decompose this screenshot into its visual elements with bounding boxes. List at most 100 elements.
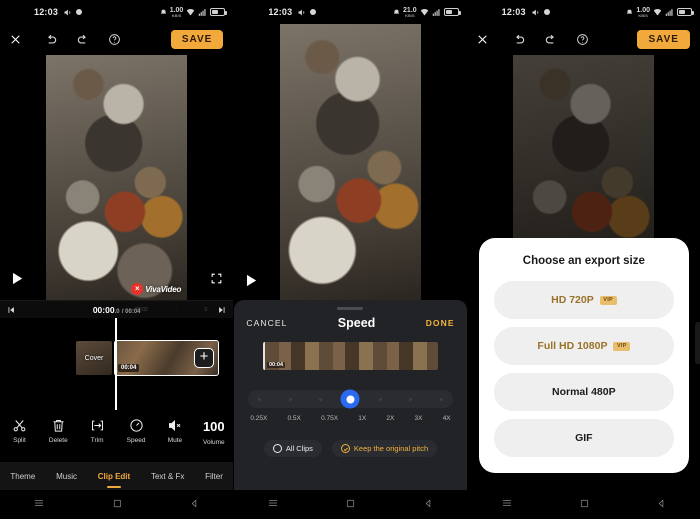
- status-left-icons: [63, 8, 83, 17]
- menu-icon[interactable]: [501, 496, 513, 514]
- slider-tick: [258, 397, 262, 401]
- tool-mute-label: Mute: [167, 437, 183, 444]
- tab-filter[interactable]: Filter: [203, 468, 225, 485]
- save-button[interactable]: SAVE: [170, 30, 224, 49]
- redo-icon[interactable]: [544, 33, 558, 47]
- video-preview[interactable]: × VivaVideo: [0, 55, 234, 300]
- undo-icon[interactable]: [512, 33, 526, 47]
- watermark[interactable]: × VivaVideo: [131, 283, 181, 295]
- speed-label-4x[interactable]: 4X: [443, 415, 451, 422]
- tool-mute[interactable]: Mute: [156, 418, 194, 444]
- speedometer-icon: [129, 419, 143, 432]
- speed-slider-track[interactable]: [248, 389, 453, 409]
- redo-icon[interactable]: [76, 33, 90, 47]
- tool-speed-label: Speed: [126, 437, 146, 444]
- all-clips-label: All Clips: [285, 444, 313, 453]
- speed-sheet: CANCEL Speed DONE 00:04 0.25X 0.5X 0.75X…: [234, 300, 467, 490]
- alarm-icon: [393, 9, 400, 14]
- sheet-clip-duration: 00:04: [266, 362, 286, 368]
- export-option-normal-480p[interactable]: Normal 480P: [493, 373, 674, 411]
- back-icon[interactable]: [423, 496, 434, 514]
- tools-row: Split Delete Trim Speed Mute 100 Volume: [0, 410, 234, 446]
- home-icon[interactable]: [579, 496, 590, 514]
- fullscreen-icon[interactable]: [210, 272, 223, 290]
- timeline-clips[interactable]: Cover 00:04 +: [76, 340, 219, 376]
- camera-icon: [76, 9, 83, 15]
- speed-label-0.75x[interactable]: 0.75X: [321, 415, 338, 422]
- tool-trim[interactable]: Trim: [78, 418, 116, 444]
- sheet-clip-strip[interactable]: 00:04: [262, 342, 438, 370]
- speed-slider-labels: 0.25X 0.5X 0.75X 1X 2X 3X 4X: [248, 415, 452, 422]
- speed-label-3x[interactable]: 3X: [415, 415, 423, 422]
- header-actions: [30, 33, 171, 47]
- tool-delete[interactable]: Delete: [39, 418, 77, 444]
- menu-icon[interactable]: [33, 496, 45, 514]
- video-frame[interactable]: × VivaVideo: [46, 55, 188, 300]
- play-button[interactable]: [8, 270, 25, 292]
- watermark-close-icon[interactable]: ×: [131, 283, 144, 295]
- android-navbar: [234, 490, 467, 519]
- tool-split-label: Split: [13, 437, 26, 444]
- speed-label-0.5x[interactable]: 0.5X: [288, 415, 301, 422]
- close-icon[interactable]: [0, 33, 30, 46]
- playhead[interactable]: [115, 318, 117, 410]
- wifi-icon: [187, 8, 195, 15]
- network-speed: 1.00 KB/S: [170, 7, 184, 18]
- export-option-full-hd-1080p[interactable]: Full HD 1080P VIP: [493, 327, 674, 365]
- export-option-label: GIF: [575, 432, 593, 444]
- sheet-drag-handle[interactable]: [337, 307, 364, 310]
- tool-volume[interactable]: 100 Volume: [195, 418, 233, 446]
- add-clip-button[interactable]: +: [194, 348, 214, 368]
- timeline-clip[interactable]: 00:04 +: [114, 340, 219, 376]
- tool-split[interactable]: Split: [0, 418, 38, 444]
- volume-value: 100: [202, 419, 225, 434]
- video-preview[interactable]: [234, 24, 467, 300]
- tab-theme[interactable]: Theme: [8, 468, 37, 485]
- help-icon[interactable]: [108, 33, 121, 46]
- status-left-icons: [297, 8, 317, 17]
- back-icon[interactable]: [189, 496, 200, 514]
- tool-volume-label: Volume: [202, 439, 225, 446]
- silent-icon: [298, 9, 305, 15]
- speed-slider-knob[interactable]: [340, 389, 360, 409]
- current-frac: .0: [114, 308, 120, 315]
- cancel-button[interactable]: CANCEL: [246, 318, 287, 328]
- home-icon[interactable]: [345, 496, 356, 514]
- network-speed-unit: KB/S: [405, 12, 415, 18]
- help-icon[interactable]: [576, 33, 589, 46]
- cover-thumbnail[interactable]: Cover: [76, 341, 112, 375]
- done-button[interactable]: DONE: [426, 318, 455, 328]
- keep-pitch-label: Keep the original pitch: [353, 444, 429, 453]
- close-icon[interactable]: [468, 33, 498, 46]
- speed-slider[interactable]: 0.25X 0.5X 0.75X 1X 2X 3X 4X: [248, 389, 453, 422]
- tab-text-fx[interactable]: Text & Fx: [149, 468, 186, 485]
- tab-clip-edit[interactable]: Clip Edit: [96, 468, 132, 485]
- speed-label-1x[interactable]: 1X: [358, 415, 366, 422]
- back-icon[interactable]: [656, 496, 667, 514]
- save-button[interactable]: SAVE: [637, 30, 690, 49]
- tab-music[interactable]: Music: [54, 468, 79, 485]
- tick-0: 00:02: [135, 306, 148, 313]
- battery-icon: [210, 8, 228, 16]
- status-bar: 12:03 1.00 KB/S: [467, 0, 700, 24]
- all-clips-toggle[interactable]: All Clips: [263, 440, 322, 457]
- export-option-gif[interactable]: GIF: [493, 419, 674, 457]
- play-button[interactable]: [242, 272, 259, 294]
- export-size-dialog: Choose an export size HD 720P VIP Full H…: [478, 238, 689, 473]
- battery-icon: [676, 8, 694, 16]
- undo-icon[interactable]: [44, 33, 58, 47]
- menu-icon[interactable]: [267, 496, 279, 514]
- timeline-track-area[interactable]: Cover 00:04 +: [0, 318, 234, 410]
- battery-icon: [443, 8, 461, 16]
- speed-label-0.25x[interactable]: 0.25X: [250, 415, 267, 422]
- home-icon[interactable]: [112, 496, 123, 514]
- signal-icon: [199, 8, 206, 16]
- keep-pitch-toggle[interactable]: Keep the original pitch: [331, 440, 438, 457]
- bottom-tabs: Theme Music Clip Edit Text & Fx Filter: [0, 462, 234, 490]
- export-option-hd-720p[interactable]: HD 720P VIP: [493, 281, 674, 319]
- video-frame[interactable]: [279, 24, 421, 300]
- speed-label-2x[interactable]: 2X: [386, 415, 394, 422]
- tool-speed[interactable]: Speed: [117, 418, 155, 444]
- android-navbar: [0, 490, 234, 519]
- signal-icon: [665, 8, 673, 16]
